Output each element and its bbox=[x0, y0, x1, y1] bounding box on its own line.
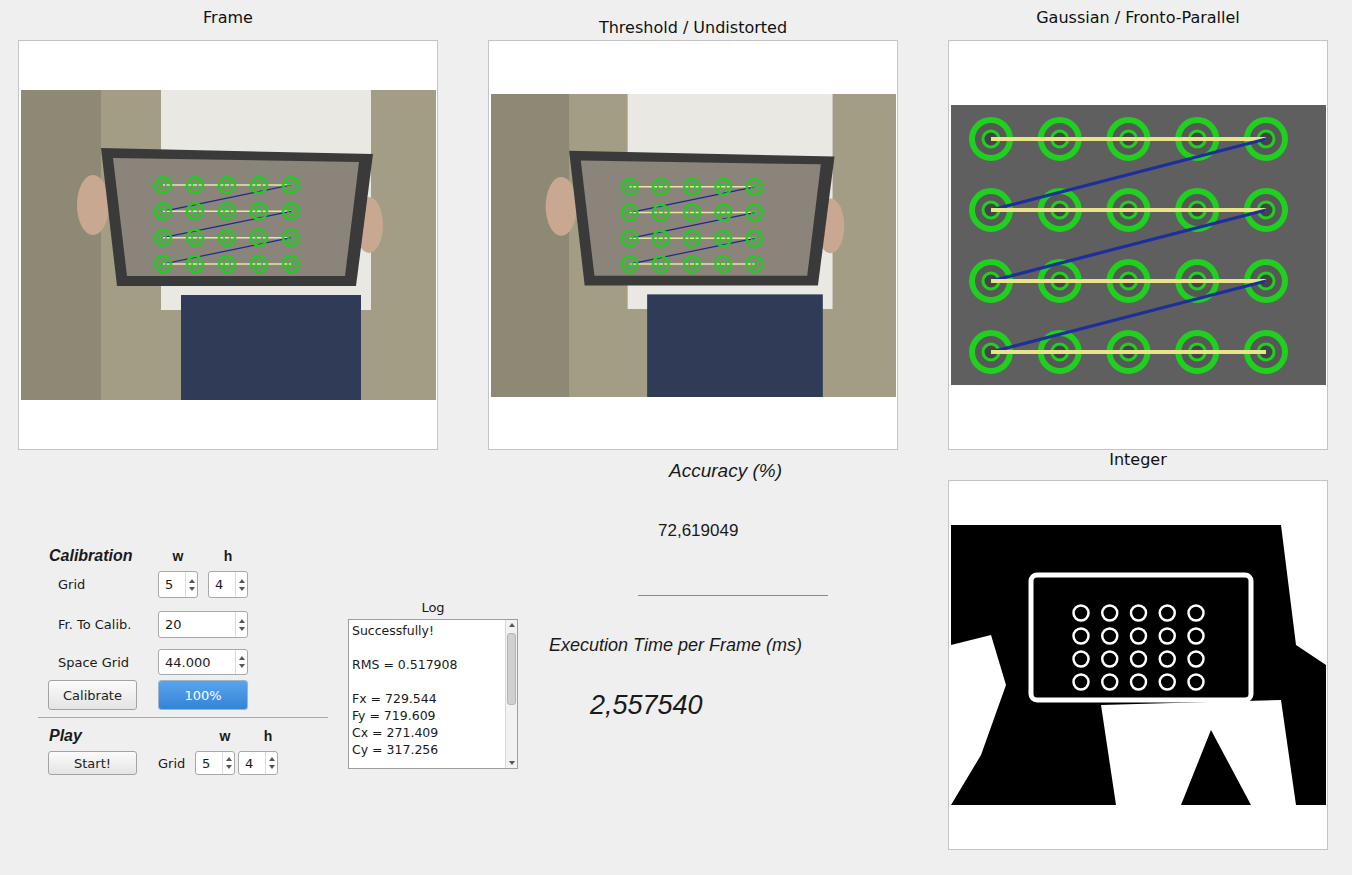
image-box bbox=[18, 40, 438, 450]
h-label: h bbox=[208, 548, 248, 564]
bottom-area: CalibrationwhGrid54Fr. To Calib.20Space … bbox=[18, 450, 898, 875]
w-label: w bbox=[205, 728, 245, 744]
undistorted-image bbox=[491, 94, 896, 397]
log-panel: Log Successfully! RMS = 0.517908 Fx = 729.5… bbox=[348, 450, 518, 875]
section-title: Calibration bbox=[38, 547, 158, 565]
play-header: Playwh bbox=[38, 726, 328, 746]
up-arrow-icon[interactable] bbox=[239, 656, 245, 660]
scrollbar[interactable] bbox=[505, 620, 517, 768]
log-line: Cy = 317.256 bbox=[352, 741, 502, 758]
frame-image bbox=[21, 90, 436, 400]
frames-spinbox[interactable]: 20 bbox=[158, 611, 248, 638]
execution-title: Execution Time per Frame (ms) bbox=[549, 635, 802, 655]
fronto-parallel-image bbox=[951, 105, 1326, 385]
calibration-window: FrameThreshold / UndistortedCalibrationw… bbox=[0, 0, 1352, 875]
log-line bbox=[352, 673, 502, 690]
panel-title: Integer bbox=[1109, 450, 1167, 470]
log-line: Fy = 719.609 bbox=[352, 707, 502, 724]
stats-separator bbox=[638, 595, 828, 596]
up-arrow-icon[interactable] bbox=[239, 579, 245, 583]
controls: CalibrationwhGrid54Fr. To Calib.20Space … bbox=[38, 450, 328, 875]
image-box bbox=[488, 40, 898, 450]
play-row: Start! Grid54 bbox=[38, 751, 328, 775]
pattern-lines bbox=[163, 185, 291, 264]
scroll-up-icon[interactable] bbox=[509, 623, 515, 627]
spin-arrows[interactable] bbox=[222, 752, 234, 774]
accuracy-value: 72,619049 bbox=[658, 521, 738, 540]
log-title: Log bbox=[348, 600, 518, 615]
spin-arrows[interactable] bbox=[235, 612, 247, 637]
log-line: Cx = 271.409 bbox=[352, 724, 502, 741]
spin-arrows[interactable] bbox=[185, 572, 197, 597]
calibration-header: Calibrationwh bbox=[38, 545, 328, 567]
grid-w-spinbox[interactable]: 5 bbox=[158, 571, 198, 598]
h-label: h bbox=[248, 728, 288, 744]
up-arrow-icon[interactable] bbox=[189, 579, 195, 583]
stats: Accuracy (%) 72,619049 Execution Time per … bbox=[540, 450, 830, 875]
w-label: w bbox=[158, 548, 198, 564]
panel-title: Threshold / Undistorted bbox=[599, 18, 787, 38]
pattern-lines bbox=[629, 186, 754, 263]
down-arrow-icon[interactable] bbox=[239, 664, 245, 668]
progress-bar: 100% bbox=[158, 680, 248, 710]
accuracy-title: Accuracy (%) bbox=[669, 460, 782, 482]
separator bbox=[38, 717, 328, 718]
panel-title: Frame bbox=[203, 8, 253, 28]
up-arrow-icon[interactable] bbox=[239, 619, 245, 623]
down-arrow-icon[interactable] bbox=[189, 587, 195, 591]
execution-value: 2,557540 bbox=[590, 689, 703, 721]
log-box[interactable]: Successfully! RMS = 0.517908 Fx = 729.544F… bbox=[348, 619, 518, 769]
left-area: FrameThreshold / UndistortedCalibrationw… bbox=[18, 8, 898, 875]
panel-title: Gaussian / Fronto-Parallel bbox=[1036, 8, 1240, 28]
down-arrow-icon[interactable] bbox=[239, 627, 245, 631]
spin-arrows[interactable] bbox=[235, 572, 247, 597]
progress-text: 100% bbox=[159, 681, 247, 709]
field-label: Grid bbox=[158, 756, 195, 771]
log-line bbox=[352, 639, 502, 656]
play-grid-w-spinbox[interactable]: 5 bbox=[195, 751, 235, 775]
frame-panel: Frame bbox=[18, 8, 438, 450]
down-arrow-icon[interactable] bbox=[239, 587, 245, 591]
image-box bbox=[948, 480, 1328, 850]
image-box bbox=[948, 40, 1328, 450]
field-label: Fr. To Calib. bbox=[38, 617, 158, 632]
log-line: RMS = 0.517908 bbox=[352, 656, 502, 673]
log-line: Fx = 729.544 bbox=[352, 690, 502, 707]
spin-arrows[interactable] bbox=[265, 752, 277, 774]
threshold-panel: Threshold / Undistorted bbox=[488, 8, 898, 450]
down-arrow-icon[interactable] bbox=[226, 765, 232, 769]
section-title: Play bbox=[38, 727, 205, 745]
down-arrow-icon[interactable] bbox=[269, 765, 275, 769]
play-grid-h-spinbox[interactable]: 4 bbox=[238, 751, 278, 775]
scroll-thumb[interactable] bbox=[507, 633, 516, 705]
field-label: Grid bbox=[38, 577, 158, 592]
calibrate-button[interactable]: Calibrate bbox=[48, 680, 137, 710]
field-label: Space Grid bbox=[38, 655, 158, 670]
right-column: Gaussian / Fronto-Parallel Integer bbox=[948, 8, 1328, 875]
grid-row: Grid54 bbox=[38, 571, 328, 598]
space-row: Space Grid44.000 bbox=[38, 649, 328, 675]
image-row: Frame Threshold / Undistorted bbox=[18, 8, 898, 450]
log-line: Successfully! bbox=[352, 622, 502, 639]
grid-h-spinbox[interactable]: 4 bbox=[208, 571, 248, 598]
space-spinbox[interactable]: 44.000 bbox=[158, 649, 248, 675]
frames-row: Fr. To Calib.20 bbox=[38, 611, 328, 638]
pattern-lines bbox=[991, 139, 1266, 352]
spin-arrows[interactable] bbox=[235, 650, 247, 674]
scroll-down-icon[interactable] bbox=[509, 761, 515, 765]
up-arrow-icon[interactable] bbox=[226, 757, 232, 761]
start-button[interactable]: Start! bbox=[48, 751, 137, 775]
integer-image bbox=[951, 525, 1326, 805]
up-arrow-icon[interactable] bbox=[269, 757, 275, 761]
calibrate-row: Calibrate 100% bbox=[38, 680, 328, 710]
